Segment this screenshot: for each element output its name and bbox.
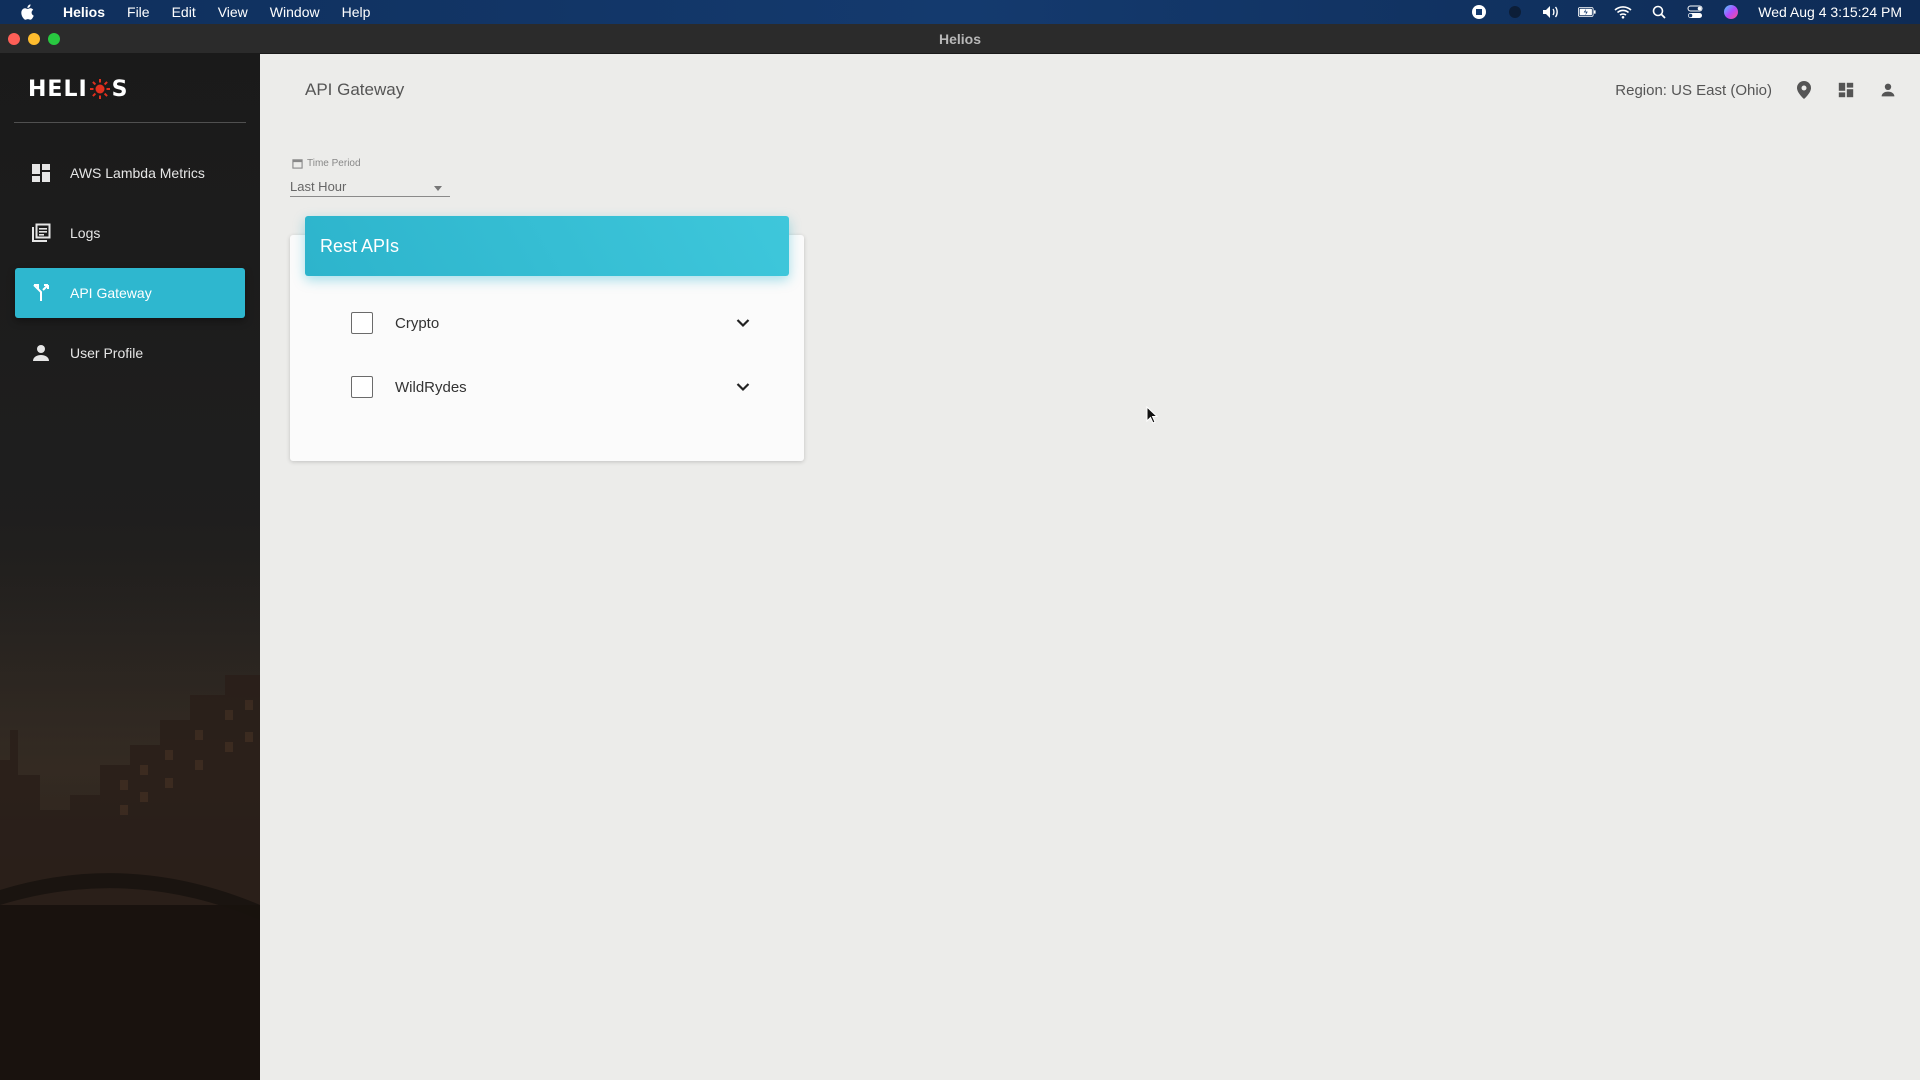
menu-edit[interactable]: Edit [161, 0, 207, 24]
api-name: WildRydes [395, 378, 467, 396]
time-period-value: Last Hour [290, 179, 347, 194]
volume-icon[interactable] [1542, 4, 1560, 20]
dashboard-icon [30, 162, 52, 184]
chevron-down-icon[interactable] [735, 379, 751, 395]
close-window-button[interactable] [8, 33, 20, 45]
logo-text-left: HELI [28, 76, 88, 102]
window-title-bar: Helios [0, 24, 1920, 54]
logo-text-right: S [111, 76, 129, 102]
time-period-dropdown[interactable]: Last Hour [290, 177, 450, 197]
sidebar-nav: AWS Lambda Metrics Logs API Gateway User… [15, 148, 245, 388]
calendar-icon [292, 159, 303, 169]
api-checkbox-crypto[interactable] [351, 312, 373, 334]
macos-menu-bar: Helios File Edit View Window Help Wed Au… [0, 0, 1920, 24]
zoom-window-button[interactable] [48, 33, 60, 45]
location-pin-icon[interactable] [1794, 80, 1814, 100]
control-center-icon[interactable] [1686, 4, 1704, 20]
battery-icon[interactable] [1578, 4, 1596, 20]
call-split-icon [30, 282, 52, 304]
sidebar-item-user-profile[interactable]: User Profile [15, 328, 245, 378]
menu-file[interactable]: File [116, 0, 161, 24]
window-controls [8, 33, 60, 45]
screen-record-icon[interactable] [1470, 4, 1488, 20]
wifi-icon[interactable] [1614, 4, 1632, 20]
menu-view[interactable]: View [207, 0, 259, 24]
sidebar-item-api-gateway[interactable]: API Gateway [15, 268, 245, 318]
siri-icon[interactable] [1722, 4, 1740, 20]
sidebar-item-label: AWS Lambda Metrics [70, 165, 205, 181]
person-icon[interactable] [1878, 80, 1898, 100]
chevron-down-icon[interactable] [735, 315, 751, 331]
time-period-select[interactable]: Time Period Last Hour [290, 158, 450, 197]
person-icon [30, 342, 52, 364]
api-checkbox-wildrydes[interactable] [351, 376, 373, 398]
rest-apis-card-header: Rest APIs [305, 216, 789, 276]
menubar-clock[interactable]: Wed Aug 4 3:15:24 PM [1758, 4, 1902, 20]
main-content: API Gateway Region: US East (Ohio) Time … [260, 54, 1920, 1080]
mouse-cursor-icon [1146, 406, 1158, 424]
siri-dot-icon [1506, 4, 1524, 20]
api-name: Crypto [395, 314, 440, 332]
sidebar: HELI S AWS Lambda Metrics Logs API Gatew… [0, 54, 260, 1080]
minimize-window-button[interactable] [28, 33, 40, 45]
time-period-label: Time Period [292, 158, 450, 169]
header-actions: Region: US East (Ohio) [1615, 80, 1898, 100]
region-label[interactable]: Region: US East (Ohio) [1615, 82, 1772, 99]
library-books-icon [30, 222, 52, 244]
apple-icon[interactable] [18, 2, 38, 22]
menu-window[interactable]: Window [259, 0, 331, 24]
time-period-label-text: Time Period [307, 158, 361, 169]
rest-apis-title: Rest APIs [320, 235, 400, 256]
sun-logo-icon [89, 79, 110, 99]
caret-down-icon [434, 186, 442, 191]
spotlight-icon[interactable] [1650, 4, 1668, 20]
sidebar-background-image [0, 560, 260, 1080]
sidebar-item-logs[interactable]: Logs [15, 208, 245, 258]
window-title: Helios [938, 30, 981, 47]
sidebar-item-label: Logs [70, 225, 101, 241]
sidebar-item-label: API Gateway [70, 285, 152, 301]
page-title: API Gateway [305, 80, 405, 99]
menu-help[interactable]: Help [331, 0, 382, 24]
api-row-crypto[interactable]: Crypto [351, 308, 751, 338]
menu-app-name[interactable]: Helios [52, 0, 116, 24]
sidebar-item-aws-lambda-metrics[interactable]: AWS Lambda Metrics [15, 148, 245, 198]
logo-divider [14, 122, 246, 123]
dashboard-icon[interactable] [1836, 80, 1856, 100]
sidebar-item-label: User Profile [70, 345, 144, 361]
helios-logo: HELI S [28, 76, 129, 102]
api-row-wildrydes[interactable]: WildRydes [351, 372, 751, 402]
